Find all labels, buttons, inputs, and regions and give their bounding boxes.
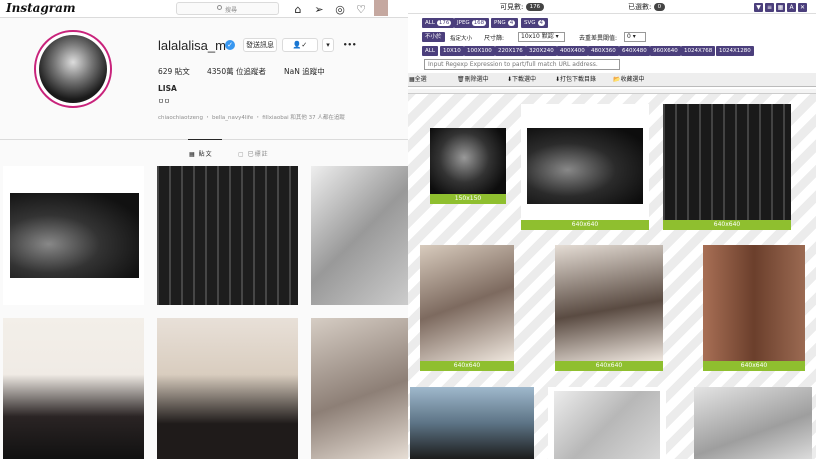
active-tab-indicator bbox=[188, 139, 222, 140]
size-hint: 指定大小 bbox=[450, 36, 473, 42]
selected-count-badge: 0 bbox=[653, 3, 666, 11]
image-preview[interactable] bbox=[555, 245, 663, 361]
size-chip[interactable]: 960X640 bbox=[650, 46, 681, 56]
image-card[interactable]: 640x640 bbox=[555, 245, 663, 371]
verified-badge-icon: ✓ bbox=[225, 40, 235, 50]
followed-by-text[interactable]: chiaochiaotzeng ・ bella_navy4life ・ fill… bbox=[158, 113, 345, 121]
grid-view-icon[interactable]: ▦ bbox=[776, 3, 785, 12]
extractor-header: 可見數: 176 已選數: 0 ▼ ≡ ▦ A ✕ bbox=[408, 0, 816, 14]
image-card[interactable]: 150x150 bbox=[430, 128, 506, 204]
profile-picture[interactable] bbox=[34, 30, 112, 108]
type-chip-svg[interactable]: SVG 4 bbox=[521, 18, 549, 28]
favorite-selected-button[interactable]: 📂收藏選中 bbox=[613, 75, 644, 85]
horizontal-scrollbar[interactable] bbox=[408, 89, 816, 94]
size-chip[interactable]: 1024X768 bbox=[681, 46, 716, 56]
image-preview[interactable] bbox=[420, 245, 514, 361]
search-icon bbox=[217, 5, 222, 10]
size-chip[interactable]: 480X360 bbox=[588, 46, 619, 56]
image-preview[interactable] bbox=[527, 128, 643, 204]
followers-count[interactable]: 4350萬 位追蹤者 bbox=[207, 66, 266, 77]
close-icon[interactable]: ✕ bbox=[798, 3, 807, 12]
size-filter-select[interactable]: 10x10 默認 ▾ bbox=[518, 32, 565, 42]
tab-posts[interactable]: ▦ 貼文 bbox=[189, 149, 213, 158]
full-name: LISA bbox=[158, 84, 177, 93]
image-extractor-pane: 可見數: 176 已選數: 0 ▼ ≡ ▦ A ✕ ALL 176 JPEG 168… bbox=[408, 0, 816, 459]
profile-username: lalalalisa_m bbox=[158, 38, 226, 53]
image-preview[interactable] bbox=[430, 128, 506, 194]
type-chip-png[interactable]: PNG 4 bbox=[491, 18, 519, 28]
home-icon[interactable]: ⌂ bbox=[290, 1, 306, 17]
list-view-icon[interactable]: ≡ bbox=[765, 3, 774, 12]
image-card[interactable]: 640x640 bbox=[703, 245, 805, 371]
size-chip[interactable]: 320X240 bbox=[526, 46, 557, 56]
image-size-caption: 640x640 bbox=[420, 361, 514, 371]
image-preview[interactable] bbox=[663, 104, 791, 220]
image-card[interactable]: 640x640 bbox=[420, 245, 514, 371]
image-preview[interactable] bbox=[410, 387, 534, 459]
instagram-top-bar: Instagram 搜尋 ⌂ ➢ ◎ ♡ bbox=[0, 0, 408, 18]
following-button[interactable]: 👤✓ bbox=[282, 38, 318, 52]
image-preview[interactable] bbox=[554, 391, 660, 459]
size-chip[interactable]: ALL bbox=[422, 46, 438, 56]
delete-selected-button[interactable]: 🗑刪除選中 bbox=[457, 75, 489, 85]
action-bar: ▦全選 🗑刪除選中 ⬇下載選中 ⬇打包下載目錄 📂收藏選中 bbox=[408, 73, 816, 87]
size-filter-label: 尺寸篩: bbox=[484, 35, 505, 42]
dedupe-threshold-select[interactable]: 0 ▾ bbox=[624, 32, 646, 42]
post-thumbnail[interactable] bbox=[3, 166, 144, 305]
direct-message-icon[interactable]: ➢ bbox=[311, 1, 327, 17]
image-preview[interactable] bbox=[703, 245, 805, 361]
image-size-caption: 640x640 bbox=[703, 361, 805, 371]
size-chip[interactable]: 1024X1280 bbox=[716, 46, 754, 56]
posts-count: 629 貼文 bbox=[158, 67, 190, 76]
search-placeholder: 搜尋 bbox=[225, 7, 238, 14]
message-button[interactable]: 發送訊息 bbox=[243, 38, 277, 52]
language-icon[interactable]: A bbox=[787, 3, 796, 12]
dedupe-threshold-label: 去重差異閾值: bbox=[579, 35, 618, 42]
post-thumbnail[interactable] bbox=[311, 166, 408, 305]
bio-text: ㅁㅁ bbox=[158, 97, 170, 105]
post-thumbnail[interactable] bbox=[311, 318, 408, 459]
visible-count-badge: 176 bbox=[525, 3, 545, 11]
size-chip[interactable]: 100X100 bbox=[464, 46, 495, 56]
image-size-caption: 640x640 bbox=[521, 220, 649, 230]
explore-icon[interactable]: ◎ bbox=[332, 1, 348, 17]
selected-counter: 已選數: 0 bbox=[628, 2, 666, 12]
post-thumbnail[interactable] bbox=[157, 318, 298, 459]
image-preview[interactable] bbox=[694, 387, 812, 459]
visible-label: 可見數: bbox=[500, 3, 524, 11]
image-card[interactable]: 640x640 bbox=[521, 104, 649, 230]
type-chip-all[interactable]: ALL 176 bbox=[422, 18, 455, 28]
image-card[interactable] bbox=[410, 387, 534, 459]
post-thumbnail[interactable] bbox=[3, 318, 144, 459]
size-chip[interactable]: 10X10 bbox=[440, 46, 464, 56]
image-size-caption: 150x150 bbox=[430, 194, 506, 204]
image-card[interactable] bbox=[548, 387, 666, 459]
download-selected-button[interactable]: ⬇下載選中 bbox=[507, 75, 536, 85]
instagram-logo[interactable]: Instagram bbox=[6, 1, 76, 15]
post-thumbnail[interactable] bbox=[157, 166, 298, 305]
size-chip[interactable]: 640X480 bbox=[619, 46, 650, 56]
zip-download-button[interactable]: ⬇打包下載目錄 bbox=[555, 75, 596, 85]
suggestions-dropdown-button[interactable]: ▾ bbox=[322, 38, 334, 52]
visible-counter: 可見數: 176 bbox=[500, 2, 545, 12]
tab-tagged[interactable]: ▢ 已標註 bbox=[238, 149, 269, 158]
filter-icon[interactable]: ▼ bbox=[754, 3, 763, 12]
size-chip[interactable]: 400X400 bbox=[557, 46, 588, 56]
profile-avatar-nav[interactable] bbox=[374, 0, 388, 16]
instagram-profile-pane: Instagram 搜尋 ⌂ ➢ ◎ ♡ lalalalisa_m ✓ 發送訊息… bbox=[0, 0, 408, 459]
min-size-toggle[interactable]: 不小於 bbox=[422, 32, 445, 42]
selected-label: 已選數: bbox=[628, 3, 652, 11]
select-all-button[interactable]: ▦全選 bbox=[409, 75, 427, 85]
search-input[interactable]: 搜尋 bbox=[176, 2, 279, 15]
regex-filter-input[interactable]: Input Regexp Expression to part/full mat… bbox=[424, 59, 620, 70]
type-chip-jpeg[interactable]: JPEG 168 bbox=[454, 18, 490, 28]
image-card[interactable]: 640x640 bbox=[663, 104, 791, 230]
image-size-caption: 640x640 bbox=[555, 361, 663, 371]
size-chip[interactable]: 220X176 bbox=[495, 46, 526, 56]
heart-icon[interactable]: ♡ bbox=[353, 1, 369, 17]
image-card[interactable] bbox=[694, 387, 812, 459]
more-options-button[interactable]: ••• bbox=[343, 41, 356, 49]
image-size-caption: 640x640 bbox=[663, 220, 791, 230]
following-count[interactable]: NaN 追蹤中 bbox=[284, 66, 325, 77]
